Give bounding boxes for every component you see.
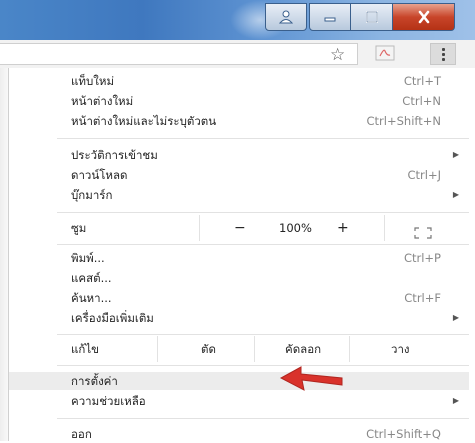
menu-divider — [57, 418, 469, 419]
menu-item-label: ออก — [71, 427, 92, 441]
menu-item-label: พิมพ์... — [71, 251, 105, 265]
menu-item-shortcut: Ctrl+N — [402, 94, 441, 108]
menu-item-label: แคสต์... — [71, 271, 112, 285]
menu-item-label: แท็บใหม่ — [71, 74, 115, 88]
menu-item-label: การตั้งค่า — [71, 374, 118, 388]
minimize-icon — [324, 17, 336, 22]
menu-item-exit[interactable]: ออก Ctrl+Shift+Q — [9, 425, 469, 443]
close-button[interactable] — [393, 3, 455, 31]
fullscreen-button[interactable] — [414, 222, 432, 239]
zoom-out-button[interactable]: − — [234, 215, 246, 241]
menu-item-shortcut: Ctrl+Shift+Q — [366, 427, 441, 441]
star-icon[interactable]: ☆ — [330, 45, 345, 65]
copy-button[interactable]: คัดลอก — [285, 336, 321, 362]
menu-item-shortcut: Ctrl+F — [404, 291, 441, 305]
browser-toolbar — [0, 40, 475, 69]
close-icon — [418, 10, 429, 24]
menu-item-new-tab[interactable]: แท็บใหม่ Ctrl+T — [9, 72, 469, 90]
menu-item-downloads[interactable]: ดาวน์โหลด Ctrl+J — [9, 166, 469, 184]
menu-item-settings[interactable]: การตั้งค่า — [9, 372, 469, 390]
menu-item-more-tools[interactable]: เครื่องมือเพิ่มเติม ▶ — [9, 309, 469, 327]
fullscreen-icon — [414, 227, 432, 239]
user-button[interactable] — [265, 3, 307, 31]
menu-item-shortcut: Ctrl+Shift+N — [366, 114, 441, 128]
menu-item-new-window[interactable]: หน้าต่างใหม่ Ctrl+N — [9, 92, 469, 110]
menu-divider — [57, 138, 469, 139]
user-icon — [278, 10, 294, 24]
menu-item-shortcut: Ctrl+P — [403, 251, 441, 265]
page-edge — [0, 68, 8, 441]
menu-item-incognito[interactable]: หน้าต่างใหม่และไม่ระบุตัวตน Ctrl+Shift+N — [9, 112, 469, 130]
paste-button[interactable]: วาง — [391, 336, 410, 362]
submenu-arrow-icon: ▶ — [452, 150, 459, 159]
menu-item-label: หน้าต่างใหม่และไม่ระบุตัวตน — [71, 114, 217, 128]
maximize-button[interactable] — [351, 3, 393, 31]
menu-item-help[interactable]: ความช่วยเหลือ ▶ — [9, 392, 469, 410]
submenu-arrow-icon: ▶ — [452, 396, 459, 405]
zoom-label: ซูม — [71, 221, 87, 235]
pdf-extension-icon[interactable] — [375, 45, 395, 61]
menu-divider — [57, 334, 469, 335]
menu-item-label: บุ๊กมาร์ก — [71, 188, 113, 202]
omnibox[interactable] — [0, 43, 358, 65]
edit-label: แก้ไข — [71, 342, 100, 356]
menu-item-shortcut: Ctrl+J — [407, 168, 442, 182]
menu-item-label: ค้นหา... — [71, 291, 112, 305]
menu-item-label: ดาวน์โหลด — [71, 168, 128, 182]
minimize-button[interactable] — [309, 3, 351, 31]
menu-divider — [57, 365, 469, 366]
submenu-arrow-icon: ▶ — [452, 313, 459, 322]
zoom-level: 100% — [279, 221, 312, 235]
menu-row-edit: แก้ไข ตัด คัดลอก วาง — [9, 336, 469, 362]
maximize-icon — [365, 11, 378, 23]
menu-item-bookmarks[interactable]: บุ๊กมาร์ก ▶ — [9, 186, 469, 204]
zoom-in-button[interactable]: + — [337, 215, 349, 241]
menu-row-zoom: ซูม − 100% + — [9, 215, 469, 241]
menu-item-label: ความช่วยเหลือ — [71, 394, 146, 408]
menu-divider — [57, 244, 469, 245]
menu-item-label: เครื่องมือเพิ่มเติม — [71, 311, 154, 325]
chrome-main-menu: แท็บใหม่ Ctrl+T หน้าต่างใหม่ Ctrl+N หน้า… — [8, 68, 475, 441]
menu-item-find[interactable]: ค้นหา... Ctrl+F — [9, 289, 469, 307]
menu-divider — [57, 212, 469, 213]
menu-item-cast[interactable]: แคสต์... — [9, 269, 469, 287]
menu-item-label: ประวัติการเข้าชม — [71, 148, 158, 162]
menu-item-print[interactable]: พิมพ์... Ctrl+P — [9, 249, 469, 267]
menu-item-shortcut: Ctrl+T — [403, 74, 441, 88]
menu-item-history[interactable]: ประวัติการเข้าชม ▶ — [9, 146, 469, 164]
window-controls — [265, 3, 455, 33]
annotation-arrow-icon — [279, 366, 343, 391]
menu-item-label: หน้าต่างใหม่ — [71, 94, 134, 108]
submenu-arrow-icon: ▶ — [452, 190, 459, 199]
cut-button[interactable]: ตัด — [201, 336, 216, 362]
vertical-dots-menu-icon[interactable] — [430, 43, 456, 65]
